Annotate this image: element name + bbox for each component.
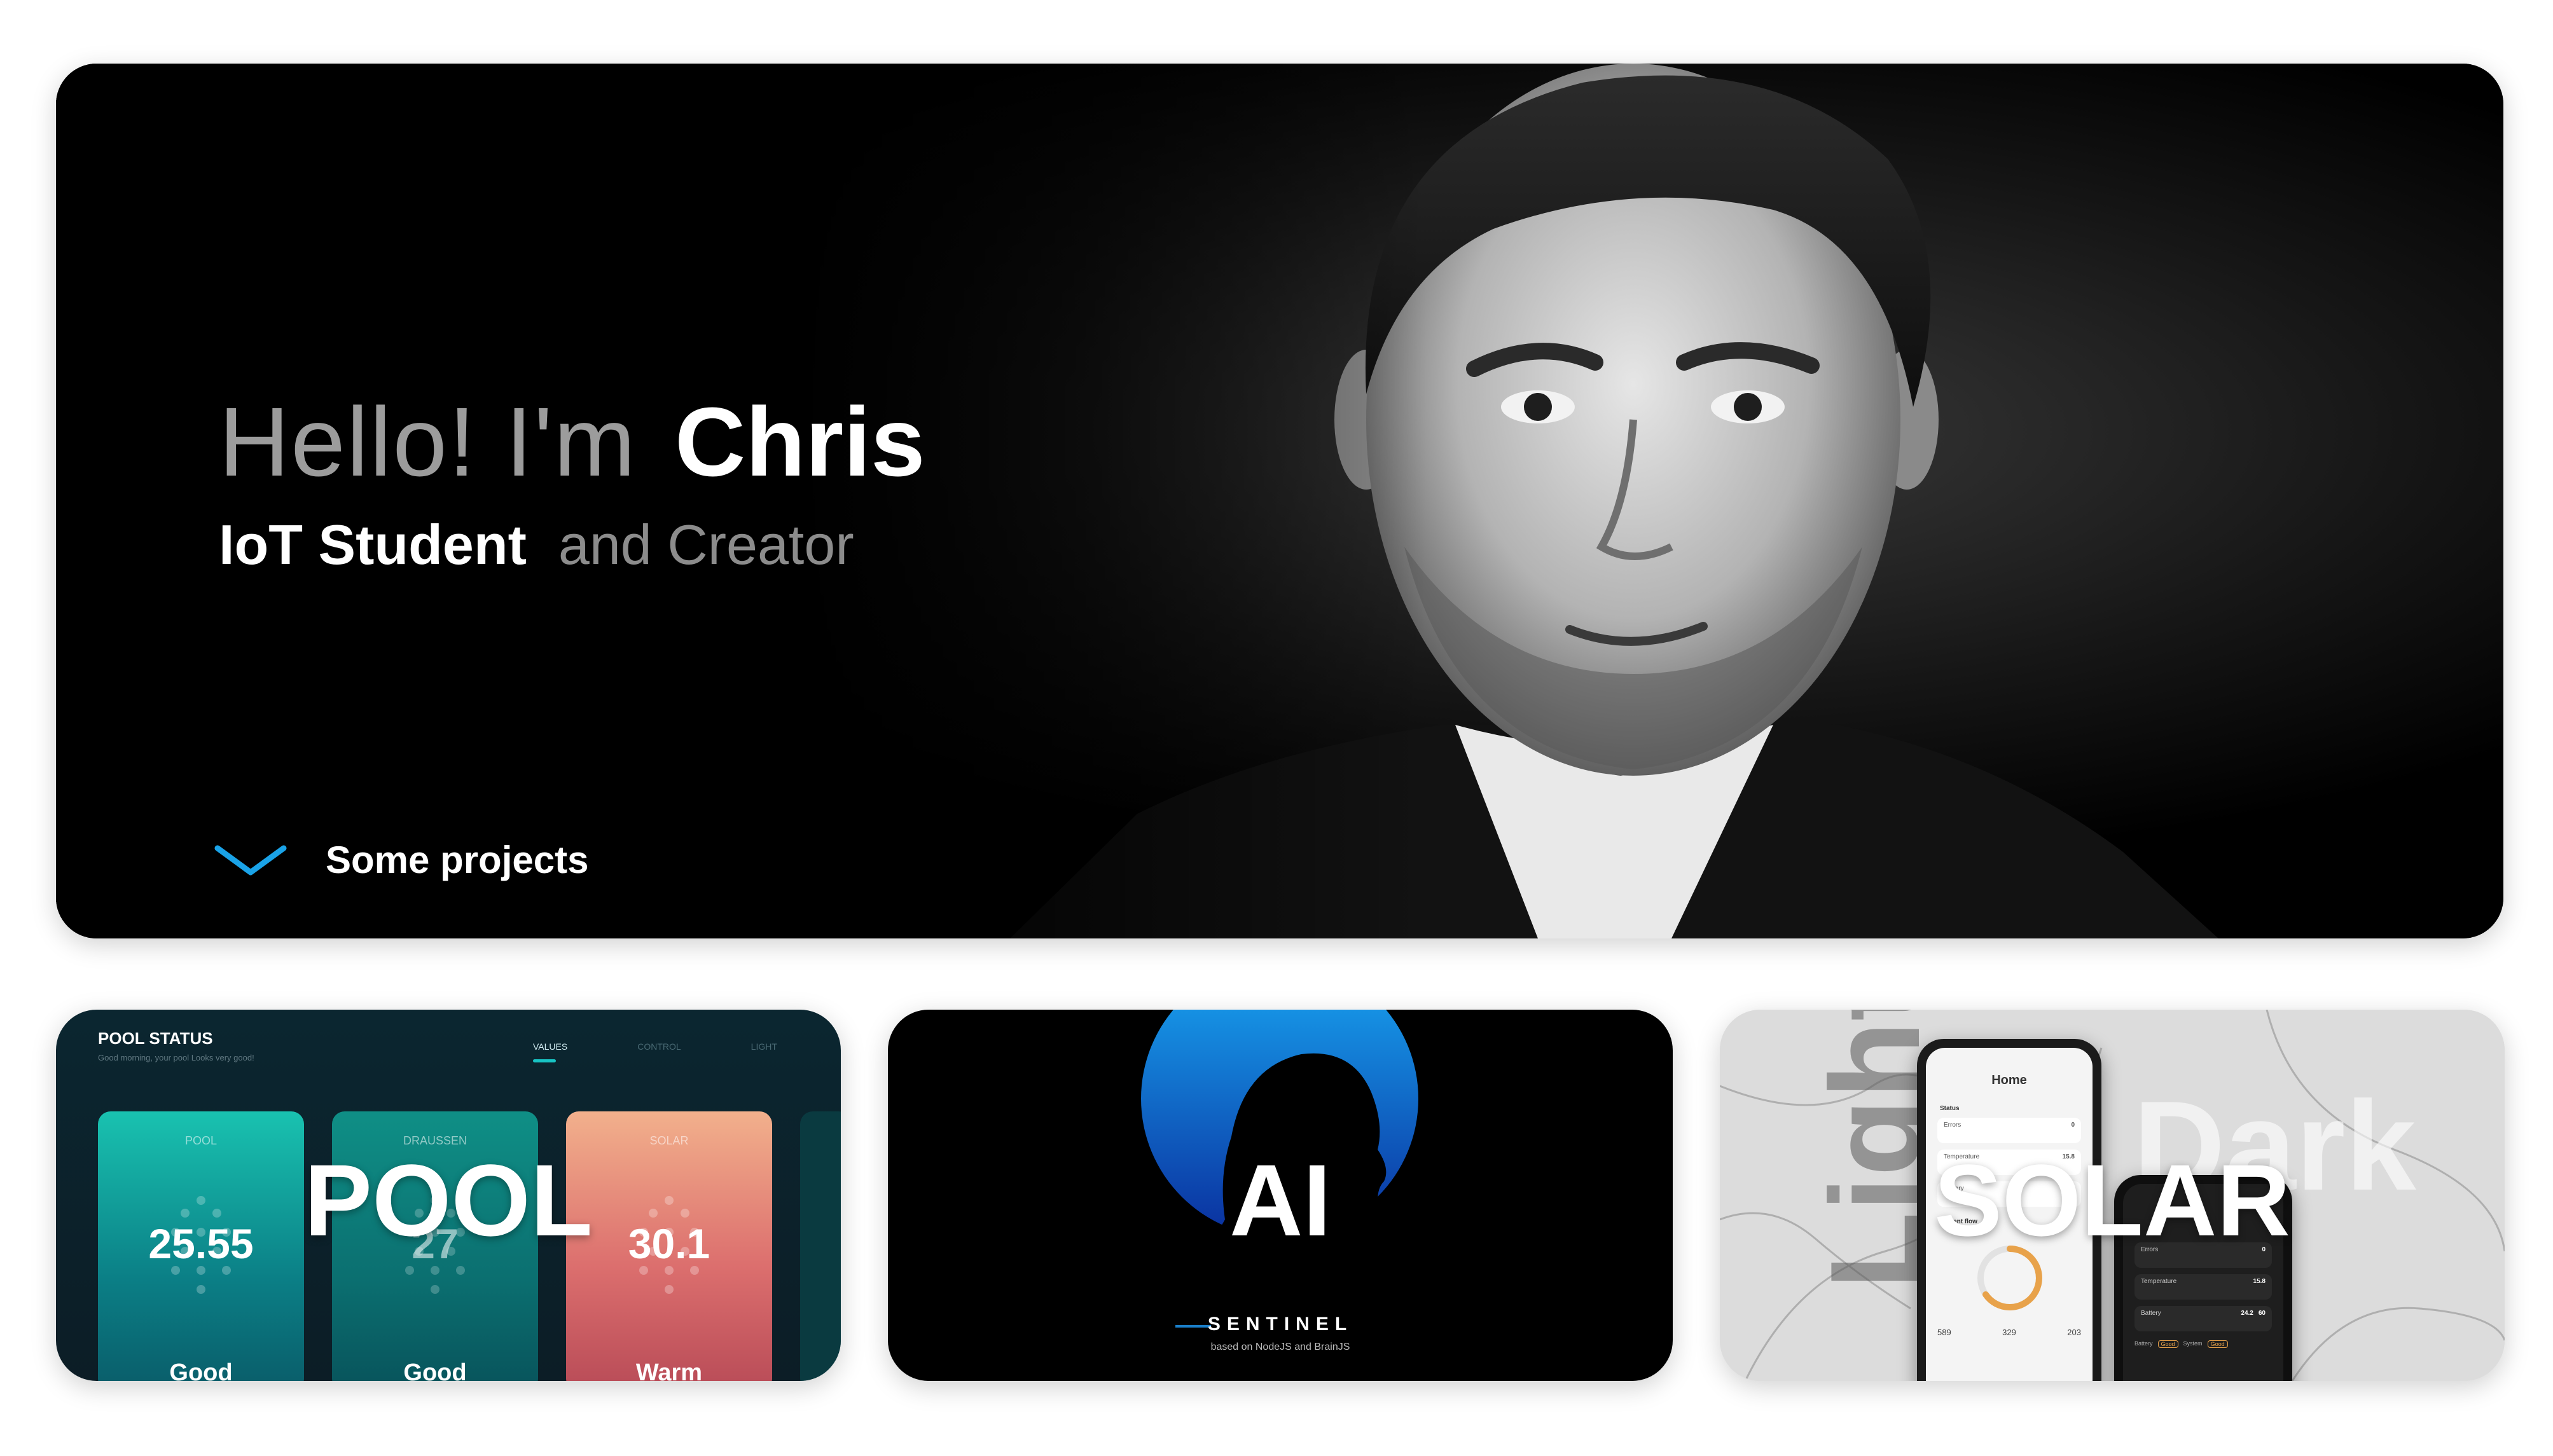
row-label: Temperature — [2141, 1278, 2177, 1285]
greeting-line: Hello! I'm Chris — [219, 378, 925, 505]
project-card-pool[interactable]: POOL STATUS Good morning, your pool Look… — [56, 1010, 841, 1381]
role-line: IoT Student and Creator — [219, 507, 925, 583]
footer-label: Battery — [2134, 1340, 2153, 1347]
pool-screen-tabs: VALUES CONTROL LIGHT — [533, 1041, 777, 1052]
phone-footer: Battery Good System Good — [2134, 1340, 2272, 1348]
tile-status: Warm — [635, 1359, 703, 1381]
row-label: Errors — [1944, 1122, 1961, 1129]
role-light-text: and Creator — [558, 513, 854, 576]
tab-values: VALUES — [533, 1041, 568, 1052]
phone-stats: 589 329 203 — [1937, 1328, 2081, 1337]
phone-row: Battery 60 24.2 — [2134, 1306, 2272, 1331]
project-card-ai[interactable]: SENTINEL based on NodeJS and BrainJS AI — [888, 1010, 1673, 1381]
phone-home-title: Home — [1991, 1073, 2027, 1087]
name-text: Chris — [674, 387, 925, 497]
solar-card-label: SOLAR — [1934, 1143, 2290, 1257]
active-tab-indicator — [533, 1059, 556, 1062]
status-badge: Good — [2207, 1340, 2228, 1348]
row-label: Battery — [2141, 1310, 2161, 1317]
project-card-solar[interactable]: Light Dark Home Status Errors 0 Temperatu… — [1720, 1010, 2505, 1381]
sentinel-subtitle: based on NodeJS and BrainJS — [1210, 1342, 1350, 1352]
stat-value: 203 — [2067, 1328, 2081, 1337]
stat-value: 589 — [1937, 1328, 1951, 1337]
chevron-down-icon — [214, 845, 287, 875]
role-strong-text: IoT Student — [219, 513, 527, 576]
pool-screen-subtitle: Good morning, your pool Looks very good! — [98, 1053, 254, 1062]
ai-card-label: AI — [1229, 1143, 1331, 1257]
tile-status: Good — [169, 1359, 233, 1381]
phone-status-heading: Status — [1940, 1105, 1960, 1112]
footer-label: System — [2183, 1340, 2203, 1347]
tab-control: CONTROL — [637, 1041, 681, 1052]
row-extra: 60 — [2258, 1310, 2266, 1317]
status-badge: Good — [2157, 1340, 2178, 1348]
pool-card-label: POOL — [304, 1143, 593, 1257]
some-projects-label: Some projects — [326, 839, 589, 881]
greeting-text: Hello! I'm — [219, 387, 637, 497]
hero-intro: Hello! I'm Chris IoT Student and Creator — [219, 378, 925, 583]
sentinel-title: SENTINEL — [1207, 1314, 1353, 1335]
phone-row: Temperature 15.8 — [2134, 1274, 2272, 1300]
stat-value: 329 — [2002, 1328, 2016, 1337]
tab-light: LIGHT — [751, 1041, 777, 1052]
pool-screen-title: POOL STATUS — [98, 1029, 213, 1048]
phone-row: Errors 0 — [1937, 1118, 2081, 1143]
row-value: 15.8 — [2253, 1278, 2266, 1285]
row-value: 24.2 — [2241, 1310, 2253, 1317]
row-value: 0 — [2071, 1122, 2075, 1129]
some-projects-link[interactable]: Some projects — [214, 838, 588, 882]
hero-banner: Hello! I'm Chris IoT Student and Creator S… — [56, 64, 2503, 938]
tile-status: Good — [403, 1359, 467, 1381]
